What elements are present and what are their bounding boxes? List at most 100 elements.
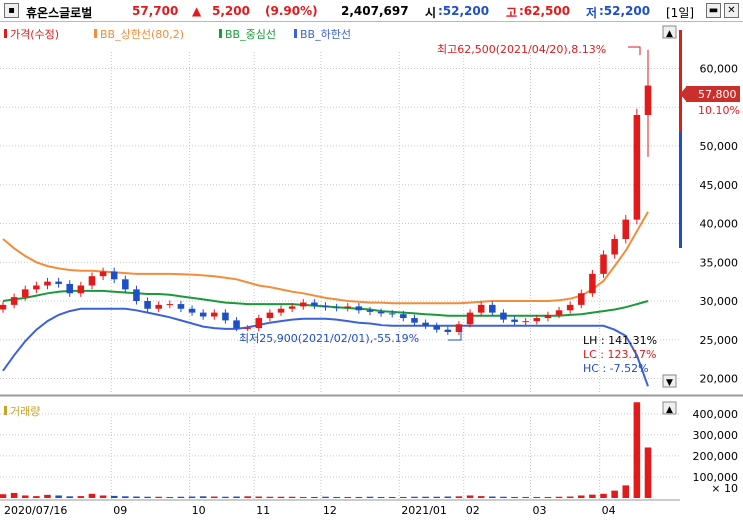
candle-body — [66, 283, 74, 294]
volume-bar — [133, 496, 140, 498]
x-tick-label: 04 — [602, 504, 616, 517]
price-y-tick: 25,000 — [700, 334, 739, 347]
volume-bar — [211, 496, 218, 498]
candle-body — [633, 115, 641, 220]
candle-body — [0, 304, 7, 310]
price-legend: 가격(수정) BB_상한선(80,2) BB_중심선 BB_하한선 — [4, 27, 351, 41]
low-value: :52,200 — [599, 4, 651, 18]
price-change: 5,200 — [212, 4, 250, 18]
volume-legend: 거래량 — [4, 405, 40, 418]
title-bar: ▪ 휴온스글로벌 57,700 ▲ 5,200 (9.90%) 2,407,69… — [0, 0, 743, 22]
candle-body — [244, 328, 251, 330]
volume-bar — [377, 496, 385, 498]
candle-body — [489, 304, 496, 313]
panel-scroll-up-glyph: ▲ — [666, 29, 673, 39]
volume-bar — [10, 492, 18, 498]
candle-body — [155, 304, 162, 309]
period-label[interactable]: [1일] — [666, 4, 694, 21]
volume-bar — [155, 496, 162, 498]
upper-band-line — [2, 211, 649, 305]
volume-bar — [177, 496, 185, 498]
volume-bar — [622, 485, 630, 498]
volume-bar — [522, 496, 529, 498]
volume-unit-label: × 10 — [711, 482, 738, 495]
axes: 20,000 25,000 30,000 35,000 40,000 45,000 50,0… — [0, 30, 738, 517]
volume-bar — [555, 496, 563, 498]
candle-body — [577, 293, 585, 305]
legend-volume[interactable]: 거래량 — [10, 405, 40, 418]
x-tick-label: 11 — [256, 504, 270, 517]
price-y-tick: 45,000 — [700, 179, 739, 192]
range-bar-high — [679, 30, 682, 132]
volume-bar — [99, 495, 107, 498]
candle-body — [288, 306, 296, 309]
volume-bar — [577, 495, 585, 498]
price-y-tick: 30,000 — [700, 295, 739, 308]
candle-body — [299, 302, 307, 307]
lc-annotation: LC : 123.17% — [583, 348, 656, 361]
candle-body — [188, 308, 196, 313]
candle-body — [533, 318, 541, 322]
candle-body — [388, 313, 396, 315]
volume-bar — [333, 496, 340, 498]
candle-body — [122, 279, 129, 290]
bollinger-bands — [2, 211, 649, 387]
candle-body — [366, 310, 374, 312]
candle-body — [21, 289, 29, 298]
volume-bar — [255, 496, 263, 498]
volume-bar — [166, 496, 174, 498]
current-price-label: 57,800 — [698, 88, 737, 101]
x-tick-label: 09 — [113, 504, 127, 517]
volume-bar — [44, 494, 51, 498]
legend-upper-band[interactable]: BB_상한선(80,2) — [100, 28, 184, 41]
x-tick-label: 03 — [533, 504, 547, 517]
volume-bar — [422, 496, 429, 498]
x-tick-label: 2020/07/16 — [4, 504, 67, 517]
candle-body — [500, 312, 507, 320]
volume-bar — [66, 496, 74, 498]
candle-body — [322, 305, 329, 308]
volume-bar — [611, 490, 618, 498]
volume-bar — [566, 496, 574, 498]
volume-bar — [533, 496, 541, 498]
candle-body — [44, 281, 51, 286]
x-tick-label: 12 — [323, 504, 337, 517]
volume-bar — [77, 496, 85, 498]
volume-bar — [544, 496, 552, 498]
volume-bar — [88, 493, 96, 498]
candle-body — [433, 325, 440, 330]
legend-price[interactable]: 가격(수정) — [10, 28, 59, 41]
candle-body — [511, 319, 518, 322]
legend-lower-band[interactable]: BB_하한선 — [300, 27, 351, 41]
candle-body — [622, 219, 630, 239]
candle-body — [466, 312, 474, 325]
volume-bar — [322, 496, 329, 498]
menu-box-icon[interactable]: ▪ — [4, 3, 19, 18]
legend-middle-band[interactable]: BB_중심선 — [225, 28, 276, 41]
price-y-tick: 35,000 — [700, 256, 739, 269]
candle-body — [33, 285, 40, 290]
panel-scroll-down-glyph: ▼ — [666, 378, 673, 388]
candle-body — [311, 302, 318, 306]
close-icon[interactable]: ✕ — [724, 3, 739, 18]
volume-y-tick: 200,000 — [693, 450, 739, 463]
lh-annotation: LH : 141.31% — [583, 334, 657, 347]
volume-bar — [589, 494, 596, 498]
volume-bar — [311, 496, 318, 498]
volume-bar — [511, 496, 518, 498]
lower-band-line — [2, 307, 649, 387]
high-value: :62,500 — [519, 4, 571, 18]
candle-body — [477, 304, 485, 313]
volume-bar — [600, 493, 607, 498]
high-pointer — [628, 46, 641, 55]
minimize-icon[interactable]: ▬ — [706, 3, 721, 18]
volume-bar — [355, 496, 363, 498]
candle-body — [99, 271, 107, 277]
up-arrow-icon: ▲ — [192, 4, 202, 18]
stock-chart: 20,000 25,000 30,000 35,000 40,000 45,000 50,0… — [0, 25, 743, 517]
volume-value: 2,407,697 — [341, 4, 409, 18]
stock-name[interactable]: 휴온스글로벌 — [26, 4, 92, 21]
candle-body — [277, 308, 285, 313]
volume-bar — [466, 495, 474, 498]
candle-body — [444, 329, 452, 332]
